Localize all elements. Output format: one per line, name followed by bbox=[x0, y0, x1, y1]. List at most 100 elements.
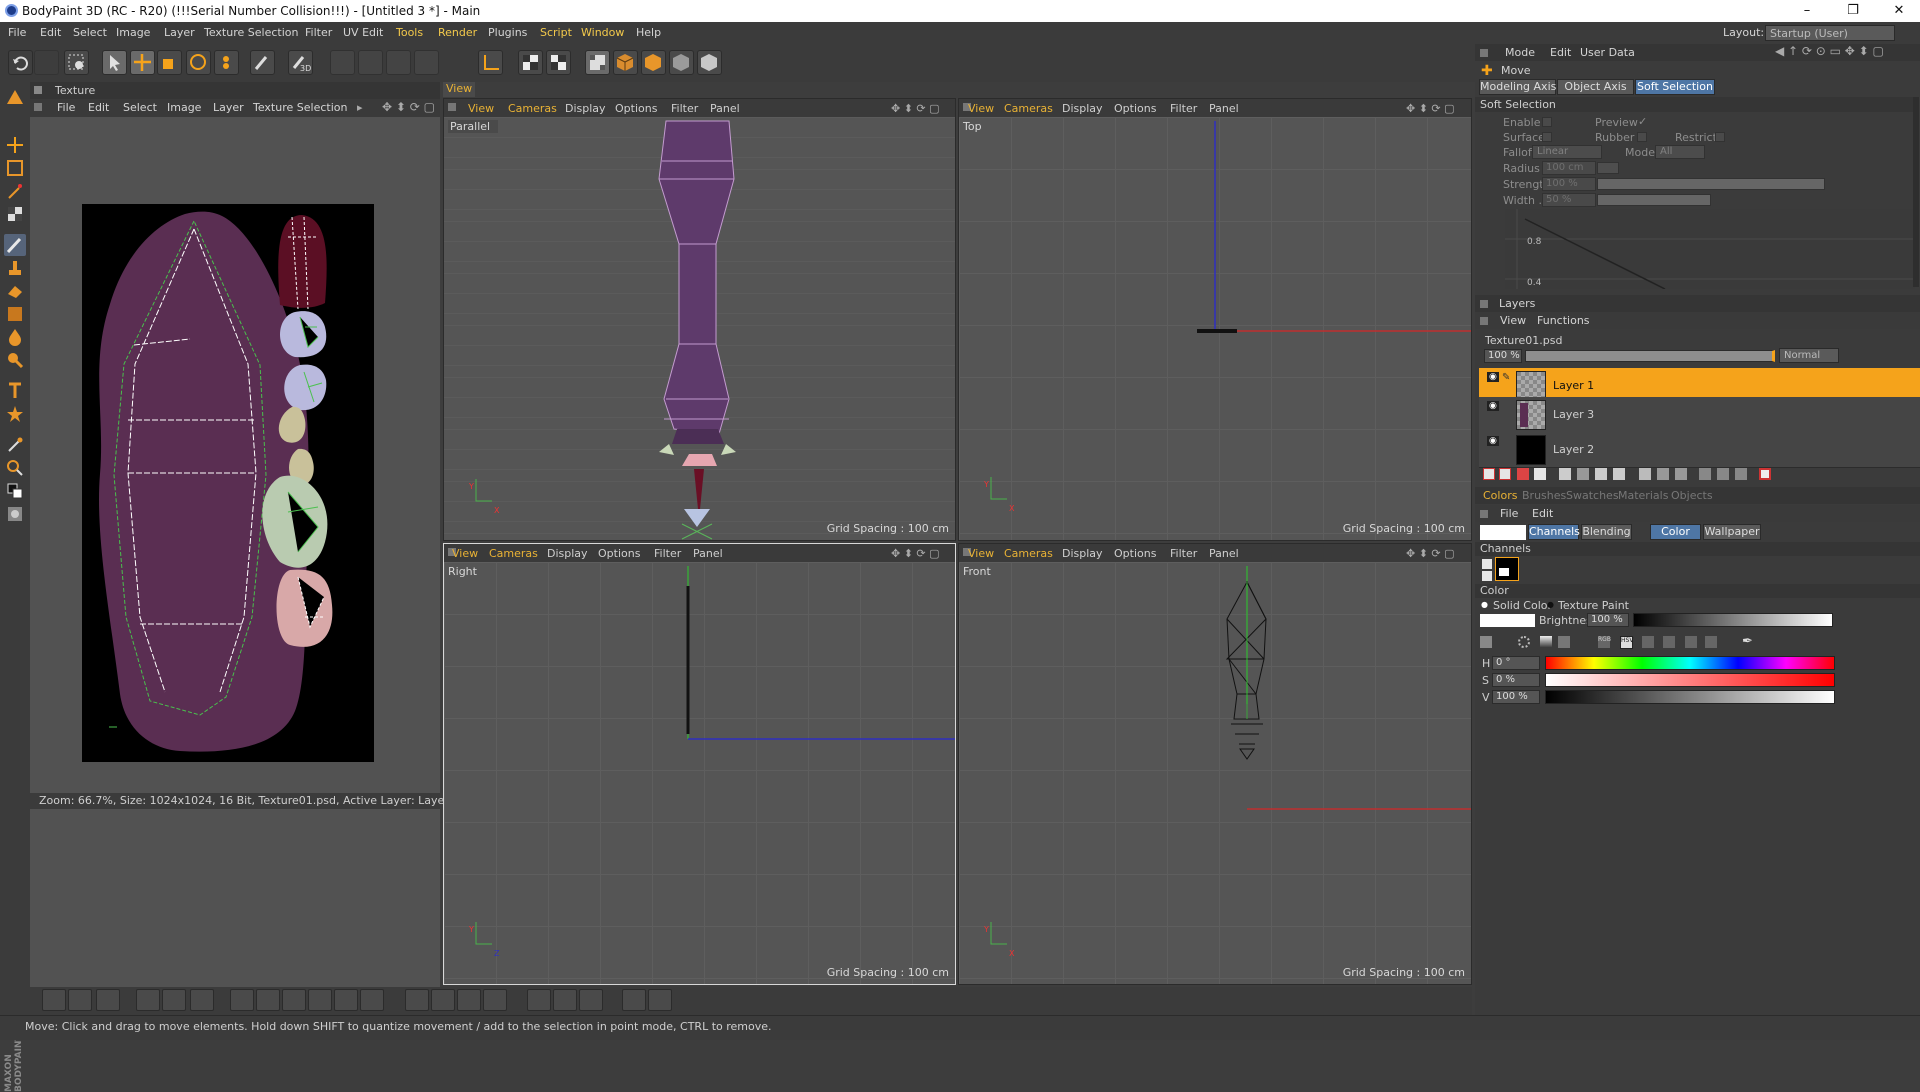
render-view-icon[interactable] bbox=[518, 50, 543, 75]
colors-menu-file[interactable]: File bbox=[1500, 507, 1518, 520]
texture-paint-radio[interactable]: ● bbox=[1547, 600, 1554, 609]
rgb-mode-icon[interactable]: RGB bbox=[1598, 636, 1611, 648]
swatches-mode-icon[interactable] bbox=[1685, 636, 1697, 648]
saturation-slider[interactable] bbox=[1545, 673, 1835, 687]
color-swatches-icon[interactable] bbox=[4, 480, 26, 502]
v-field[interactable]: 100 % bbox=[1492, 690, 1540, 704]
menu-help[interactable]: Help bbox=[636, 26, 661, 39]
magic-wand-icon[interactable] bbox=[4, 180, 26, 202]
panel-grip-icon[interactable] bbox=[34, 86, 42, 94]
gray-cube-icon[interactable] bbox=[669, 50, 694, 75]
brush-icon[interactable] bbox=[4, 234, 26, 256]
render-region-icon[interactable] bbox=[64, 50, 89, 75]
layers-menu-view[interactable]: View bbox=[1500, 314, 1526, 327]
strength-slider[interactable] bbox=[1597, 178, 1825, 190]
layer-2-name[interactable]: Layer 2 bbox=[1553, 443, 1594, 456]
menu-file[interactable]: File bbox=[8, 26, 26, 39]
tex-menu-select[interactable]: Select bbox=[123, 101, 157, 114]
duplicate-icon[interactable] bbox=[1577, 468, 1589, 480]
selection-tool-icon[interactable] bbox=[4, 86, 26, 108]
render-picture-viewer-icon[interactable] bbox=[546, 50, 571, 75]
paint-brush-icon[interactable] bbox=[250, 50, 275, 75]
rect-select-icon[interactable] bbox=[4, 157, 26, 179]
bt-tool-4-icon[interactable] bbox=[136, 989, 160, 1011]
menu-filter[interactable]: Filter bbox=[305, 26, 332, 39]
fill-icon[interactable] bbox=[4, 326, 26, 348]
uv-mesh-icon[interactable] bbox=[414, 50, 439, 75]
mode-dropdown[interactable]: All bbox=[1655, 145, 1705, 159]
bt-tool-9-icon[interactable] bbox=[282, 989, 306, 1011]
viewport-perspective[interactable]: View Cameras Display Options Filter Pane… bbox=[443, 98, 956, 541]
move-icon[interactable] bbox=[4, 134, 26, 156]
tex-menu-layer[interactable]: Layer bbox=[213, 101, 244, 114]
restore-button[interactable]: ❐ bbox=[1830, 0, 1876, 22]
smudge-icon[interactable] bbox=[4, 349, 26, 371]
tex-nav-icons[interactable]: ✥ ⬍ ⟳ ▢ bbox=[382, 100, 435, 114]
rubber-checkbox[interactable] bbox=[1637, 132, 1647, 142]
new-folder-icon[interactable] bbox=[1499, 468, 1511, 480]
stamp-icon[interactable] bbox=[4, 257, 26, 279]
channel-swatch-2-icon[interactable] bbox=[1482, 571, 1492, 581]
attr-menu-mode[interactable]: Mode bbox=[1505, 46, 1535, 59]
hue-slider[interactable] bbox=[1545, 656, 1835, 670]
bt-tool-5-icon[interactable] bbox=[162, 989, 186, 1011]
layer-extra-3-icon[interactable] bbox=[1735, 468, 1747, 480]
viewport-right[interactable]: View Cameras Display Options Filter Pane… bbox=[443, 543, 956, 985]
falloff-dropdown[interactable]: Linear bbox=[1532, 145, 1602, 159]
visibility-eye-icon[interactable]: ◉ bbox=[1487, 436, 1499, 446]
bt-tool-7-icon[interactable] bbox=[230, 989, 254, 1011]
viewport-top[interactable]: View Cameras Display Options Filter Pane… bbox=[958, 98, 1472, 541]
undo-icon[interactable] bbox=[8, 50, 33, 75]
color-wheel-icon[interactable] bbox=[1518, 636, 1530, 648]
current-color-swatch[interactable] bbox=[1480, 525, 1526, 540]
bt-tool-8-icon[interactable] bbox=[256, 989, 280, 1011]
bt-tool-10-icon[interactable] bbox=[308, 989, 332, 1011]
color-picker-icon[interactable]: ✒ bbox=[1742, 634, 1753, 649]
spectrum-icon[interactable] bbox=[1540, 636, 1552, 648]
bt-tool-18-icon[interactable] bbox=[553, 989, 577, 1011]
gradient-icon[interactable] bbox=[4, 303, 26, 325]
view-tab[interactable]: View bbox=[443, 82, 475, 97]
width-slider[interactable] bbox=[1597, 194, 1711, 206]
minimize-button[interactable]: – bbox=[1784, 0, 1830, 22]
menu-edit[interactable]: Edit bbox=[40, 26, 61, 39]
edit-pencil-icon[interactable]: ✎ bbox=[1502, 372, 1510, 383]
paint-setup-wizard-icon[interactable] bbox=[585, 50, 610, 75]
zoom-icon[interactable] bbox=[4, 457, 26, 479]
delete-layer-icon[interactable] bbox=[1517, 468, 1529, 480]
attr-menu-user-data[interactable]: User Data bbox=[1580, 46, 1635, 59]
radius-slider[interactable] bbox=[1597, 162, 1619, 174]
menu-select[interactable]: Select bbox=[73, 26, 107, 39]
layer-record-icon[interactable] bbox=[1759, 468, 1771, 480]
bt-tool-6-icon[interactable] bbox=[190, 989, 214, 1011]
axis-icon[interactable] bbox=[478, 50, 503, 75]
visibility-eye-icon[interactable]: ◉ bbox=[1487, 372, 1499, 382]
material-cube-icon[interactable] bbox=[641, 50, 666, 75]
menu-layer[interactable]: Layer bbox=[164, 26, 195, 39]
bt-tool-12-icon[interactable] bbox=[360, 989, 384, 1011]
tex-menu-texture-selection[interactable]: Texture Selection bbox=[253, 101, 347, 114]
restrict-checkbox[interactable] bbox=[1715, 132, 1725, 142]
layer-mask-icon[interactable] bbox=[1534, 468, 1546, 480]
tab-brushes[interactable]: Brushes bbox=[1519, 488, 1569, 504]
mode-channels[interactable]: Channels bbox=[1528, 524, 1580, 540]
attr-menu-edit[interactable]: Edit bbox=[1550, 46, 1571, 59]
layer-row-3[interactable]: ◉ Layer 3 bbox=[1479, 397, 1920, 433]
width-field[interactable]: 50 % bbox=[1542, 193, 1596, 207]
uv-polygons-icon[interactable] bbox=[358, 50, 383, 75]
bt-tool-16-icon[interactable] bbox=[483, 989, 507, 1011]
bt-tool-14-icon[interactable] bbox=[431, 989, 455, 1011]
preview-check[interactable]: ✓ bbox=[1638, 115, 1647, 128]
tab-object-axis[interactable]: Object Axis bbox=[1557, 79, 1634, 95]
uv-points-icon[interactable] bbox=[330, 50, 355, 75]
layer-3-name[interactable]: Layer 3 bbox=[1553, 408, 1594, 421]
solid-color-radio[interactable]: ● bbox=[1481, 600, 1488, 609]
checker-icon[interactable] bbox=[4, 203, 26, 225]
menu-window[interactable]: Window bbox=[581, 26, 624, 39]
close-button[interactable]: ✕ bbox=[1876, 0, 1920, 22]
layer-opacity-slider[interactable] bbox=[1525, 350, 1775, 362]
h-field[interactable]: 0 ° bbox=[1492, 656, 1540, 670]
layers-menu-functions[interactable]: Functions bbox=[1537, 314, 1590, 327]
layer-row-2[interactable]: ◉ Layer 2 bbox=[1479, 432, 1920, 468]
tex-menu-image[interactable]: Image bbox=[167, 101, 201, 114]
